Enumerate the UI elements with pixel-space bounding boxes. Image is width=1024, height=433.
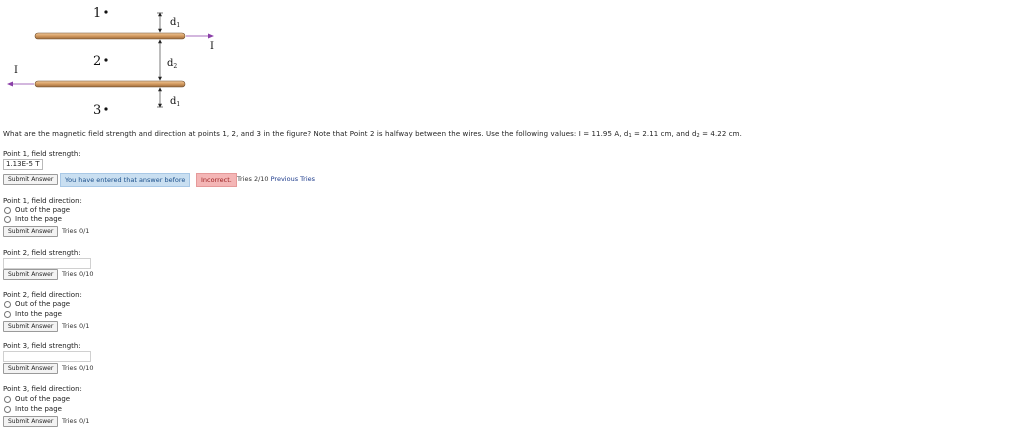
radio-out[interactable] bbox=[4, 395, 11, 403]
p1-direction-submit-button[interactable]: Submit Answer bbox=[3, 226, 59, 237]
p1-direction-label: Point 1, field direction: bbox=[3, 197, 82, 205]
current-label-left: I bbox=[14, 65, 18, 76]
p3-strength-label: Point 3, field strength: bbox=[3, 342, 81, 350]
point-3-label: 3 bbox=[93, 103, 101, 118]
p3-direction-option-out[interactable]: Out of the page bbox=[4, 395, 70, 403]
wires-figure: 1 2 3 d1 d2 d1 I I bbox=[7, 6, 214, 118]
radio-into[interactable] bbox=[4, 215, 11, 223]
question-text: What are the magnetic field strength and… bbox=[3, 130, 742, 139]
dimension-d1-top bbox=[157, 12, 163, 33]
bottom-wire bbox=[34, 80, 186, 88]
p1-strength-tries: Tries 2/10 Previous Tries bbox=[237, 175, 316, 183]
d1-top-label: d1 bbox=[170, 17, 180, 29]
dimension-d1-bottom bbox=[157, 87, 163, 108]
p2-direction-submit-button[interactable]: Submit Answer bbox=[3, 321, 59, 332]
current-arrow-right bbox=[186, 33, 214, 39]
p3-strength-input[interactable] bbox=[3, 351, 91, 362]
p2-strength-submit-button[interactable]: Submit Answer bbox=[3, 269, 59, 280]
dimension-d2 bbox=[158, 39, 162, 81]
p3-strength-submit-button[interactable]: Submit Answer bbox=[3, 363, 59, 374]
previous-tries-link[interactable]: Previous Tries bbox=[271, 175, 315, 183]
radio-out[interactable] bbox=[4, 206, 11, 214]
p1-strength-label: Point 1, field strength: bbox=[3, 150, 81, 158]
p3-direction-label: Point 3, field direction: bbox=[3, 385, 82, 393]
p2-direction-tries: Tries 0/1 bbox=[62, 322, 90, 330]
p1-direction-option-into[interactable]: Into the page bbox=[4, 215, 62, 223]
current-label-right: I bbox=[210, 41, 214, 52]
p1-strength-input[interactable]: 1.13E-5 T bbox=[3, 159, 43, 170]
d1-bottom-label: d1 bbox=[170, 96, 180, 108]
radio-into[interactable] bbox=[4, 310, 11, 318]
p3-direction-submit-button[interactable]: Submit Answer bbox=[3, 416, 59, 427]
p3-direction-option-into[interactable]: Into the page bbox=[4, 405, 62, 413]
answered-before-message: You have entered that answer before bbox=[60, 173, 191, 187]
p2-strength-label: Point 2, field strength: bbox=[3, 249, 81, 257]
p2-strength-input[interactable] bbox=[3, 258, 91, 269]
point-1-label: 1 bbox=[93, 6, 101, 21]
p1-direction-tries: Tries 0/1 bbox=[62, 227, 90, 235]
point-1-dot bbox=[104, 10, 108, 14]
radio-out[interactable] bbox=[4, 300, 11, 308]
p3-direction-tries: Tries 0/1 bbox=[62, 417, 90, 425]
d2-label: d2 bbox=[167, 58, 177, 70]
p1-direction-option-out[interactable]: Out of the page bbox=[4, 206, 70, 214]
p2-direction-option-into[interactable]: Into the page bbox=[4, 310, 62, 318]
incorrect-message: Incorrect. bbox=[196, 173, 237, 187]
current-arrow-left bbox=[7, 81, 34, 87]
point-2-label: 2 bbox=[93, 54, 101, 69]
p2-direction-option-out[interactable]: Out of the page bbox=[4, 300, 70, 308]
p2-direction-label: Point 2, field direction: bbox=[3, 291, 82, 299]
p3-strength-tries: Tries 0/10 bbox=[62, 364, 94, 372]
top-wire bbox=[34, 32, 186, 40]
point-3-dot bbox=[104, 107, 108, 111]
radio-into[interactable] bbox=[4, 405, 11, 413]
p1-strength-submit-button[interactable]: Submit Answer bbox=[3, 174, 59, 185]
point-2-dot bbox=[104, 58, 108, 62]
p2-strength-tries: Tries 0/10 bbox=[62, 270, 94, 278]
